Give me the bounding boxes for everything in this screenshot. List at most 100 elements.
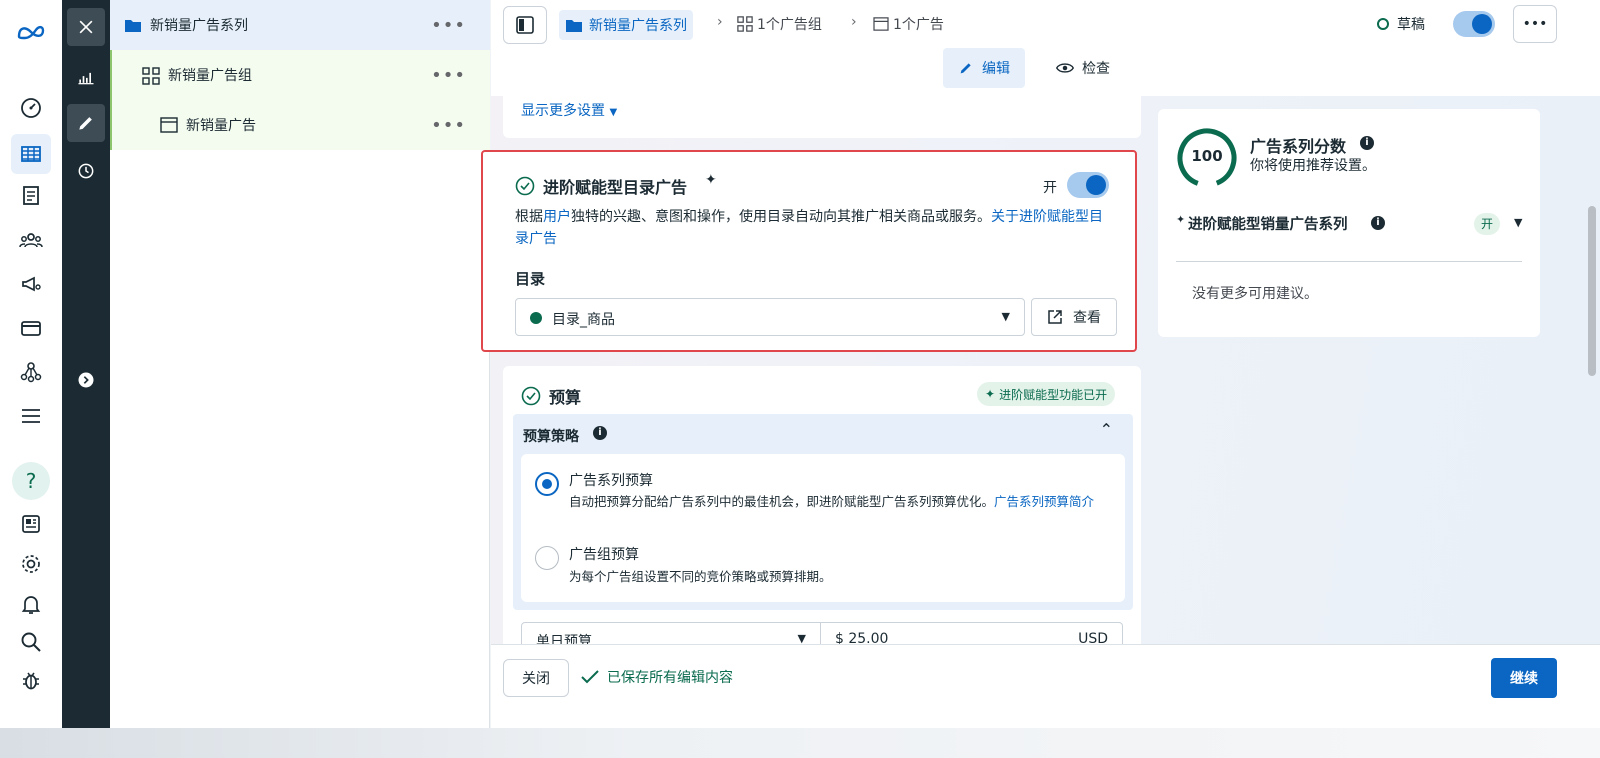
show-more-settings-label: 显示更多设置 <box>521 103 605 119</box>
budget-options: 广告系列预算 自动把预算分配给广告系列中的最佳机会，即进阶赋能型广告系列预算优化… <box>521 454 1125 602</box>
ad-set-grid-icon <box>737 16 753 32</box>
chevron-up-icon[interactable]: ⌃ <box>1100 420 1113 439</box>
info-icon[interactable]: i <box>1360 136 1374 150</box>
folder-icon <box>125 20 141 32</box>
scrollbar[interactable] <box>1585 96 1599 644</box>
catalog-status-dot <box>530 312 542 324</box>
scrollbar-thumb[interactable] <box>1588 206 1596 376</box>
option-campaign-budget-title: 广告系列预算 <box>569 473 653 489</box>
info-icon[interactable]: i <box>1371 216 1385 230</box>
close-button[interactable]: 关闭 <box>503 659 569 697</box>
ad-window-icon <box>160 117 178 133</box>
view-catalog-button[interactable]: 查看 <box>1031 298 1117 336</box>
ad-window-icon <box>873 17 889 31</box>
tab-edit[interactable]: 编辑 <box>943 48 1025 88</box>
score-value: 100 <box>1191 147 1223 165</box>
campaign-on-off-toggle[interactable] <box>1453 11 1495 37</box>
edit-pencil-icon[interactable] <box>67 104 105 142</box>
search-icon[interactable] <box>11 624 51 660</box>
budget-title: 预算 <box>549 388 582 407</box>
audiences-icon[interactable] <box>11 222 51 258</box>
more-options-icon[interactable]: ••• <box>431 15 466 36</box>
caret-down-icon: ▼ <box>1001 310 1010 323</box>
campaign-budget-radio[interactable] <box>535 472 559 496</box>
ads-manager-table-icon[interactable] <box>11 134 51 174</box>
option1-desc-text: 自动把预算分配给广告系列中的最佳机会，即进阶赋能型广告系列预算优化。 <box>569 494 995 509</box>
saved-status: 已保存所有编辑内容 <box>581 667 733 687</box>
score-subtitle: 你将使用推荐设置。 <box>1250 158 1376 174</box>
news-icon[interactable] <box>11 506 51 542</box>
pages-icon[interactable] <box>11 178 51 214</box>
status-circle-icon <box>1377 18 1389 30</box>
score-title: 广告系列分数 <box>1250 137 1347 156</box>
breadcrumb-ads[interactable]: 1个广告 <box>873 14 944 34</box>
toggle-state-label: 开 <box>1043 180 1057 196</box>
megaphone-icon[interactable] <box>11 266 51 302</box>
caret-down-icon: ▼ <box>609 107 618 118</box>
desc-prefix: 根据 <box>515 209 543 225</box>
caret-down-icon[interactable]: ▼ <box>1514 216 1522 229</box>
billing-card-icon[interactable] <box>11 310 51 346</box>
bug-report-icon[interactable] <box>11 662 51 698</box>
catalog-value: 目录_商品 <box>552 312 615 328</box>
tree-item-campaign[interactable]: 新销量广告系列 ••• <box>110 0 490 50</box>
more-options-icon[interactable]: ••• <box>431 115 466 136</box>
tree-item-label: 新销量广告 <box>186 118 256 134</box>
divider <box>1176 261 1522 262</box>
no-more-suggestions: 没有更多可用建议。 <box>1192 286 1318 302</box>
history-clock-icon[interactable] <box>67 152 105 190</box>
breadcrumb-chevron-icon: › <box>851 14 857 30</box>
more-options-icon[interactable]: ••• <box>431 65 466 86</box>
advantage-catalog-card: 进阶赋能型目录广告 ✦ 开 根据用户独特的兴趣、意图和操作，使用目录自动向其推广… <box>481 150 1137 352</box>
badge-label: 进阶赋能型功能已开 <box>999 387 1108 402</box>
sparkle-icon: ✦ <box>985 387 996 401</box>
business-network-icon[interactable] <box>11 354 51 390</box>
menu-icon[interactable] <box>11 398 51 434</box>
sidebar-panel-icon <box>516 16 534 34</box>
dashboard-gauge-icon[interactable] <box>11 90 51 126</box>
check-icon <box>581 670 599 684</box>
view-button-label: 查看 <box>1073 310 1101 326</box>
close-icon[interactable] <box>67 8 105 46</box>
ad-set-grid-icon <box>142 67 160 85</box>
continue-button[interactable]: 继续 <box>1491 658 1557 698</box>
campaign-tree-panel: 新销量广告系列 ••• 新销量广告组 ••• 新销量广告 ••• <box>110 0 490 728</box>
tree-item-ad[interactable]: 新销量广告 ••• <box>110 100 490 150</box>
bottom-action-bar: 关闭 已保存所有编辑内容 继续 <box>491 644 1600 728</box>
performance-chart-icon[interactable] <box>67 58 105 96</box>
edit-pencil-icon <box>960 63 971 74</box>
tab-review[interactable]: 检查 <box>1043 48 1123 88</box>
breadcrumb-ads-label: 1个广告 <box>893 17 944 33</box>
toggle-panel-button[interactable] <box>503 6 547 44</box>
breadcrumb-adsets[interactable]: 1个广告组 <box>737 14 822 34</box>
editor-tool-strip <box>62 0 110 728</box>
advantage-catalog-toggle[interactable] <box>1067 172 1109 198</box>
catalog-select[interactable]: 目录_商品 ▼ <box>515 298 1025 336</box>
notifications-bell-icon[interactable] <box>11 586 51 622</box>
budget-card: 预算 ✦ 进阶赋能型功能已开 预算策略 i ⌃ 广告系列预算 自动把预算分配给广告… <box>503 366 1141 662</box>
eye-icon <box>1056 63 1074 73</box>
expand-chevron-icon[interactable] <box>67 361 105 399</box>
advantage-on-badge: ✦ 进阶赋能型功能已开 <box>977 382 1116 406</box>
advantage-catalog-title: 进阶赋能型目录广告 <box>543 178 688 197</box>
show-more-settings-link[interactable]: 显示更多设置 ▼ <box>521 100 617 120</box>
settings-gear-icon[interactable] <box>11 546 51 582</box>
users-link[interactable]: 用户 <box>543 209 571 225</box>
help-icon[interactable]: ? <box>12 462 50 500</box>
tree-item-label: 新销量广告系列 <box>150 18 248 34</box>
more-actions-button[interactable]: ••• <box>1513 5 1557 43</box>
adset-budget-radio[interactable] <box>535 546 559 570</box>
catalog-label: 目录 <box>515 270 546 288</box>
breadcrumb-campaign[interactable]: 新销量广告系列 <box>559 10 693 40</box>
campaign-budget-intro-link[interactable]: 广告系列预算简介 <box>994 494 1094 509</box>
option-adset-budget-title: 广告组预算 <box>569 547 639 563</box>
status-label: 草稿 <box>1397 17 1425 33</box>
breadcrumb-campaign-label: 新销量广告系列 <box>589 18 687 34</box>
info-icon[interactable]: i <box>593 426 607 440</box>
budget-strategy-label: 预算策略 <box>523 429 579 445</box>
option-adset-budget-desc: 为每个广告组设置不同的竞价策略或预算排期。 <box>569 569 832 584</box>
meta-logo-icon[interactable] <box>11 14 51 50</box>
global-nav-rail: ? <box>0 0 62 728</box>
advantage-catalog-description: 根据用户独特的兴趣、意图和操作，使用目录自动向其推广相关商品或服务。关于进阶赋能… <box>515 206 1105 250</box>
tree-item-adset[interactable]: 新销量广告组 ••• <box>110 50 490 100</box>
